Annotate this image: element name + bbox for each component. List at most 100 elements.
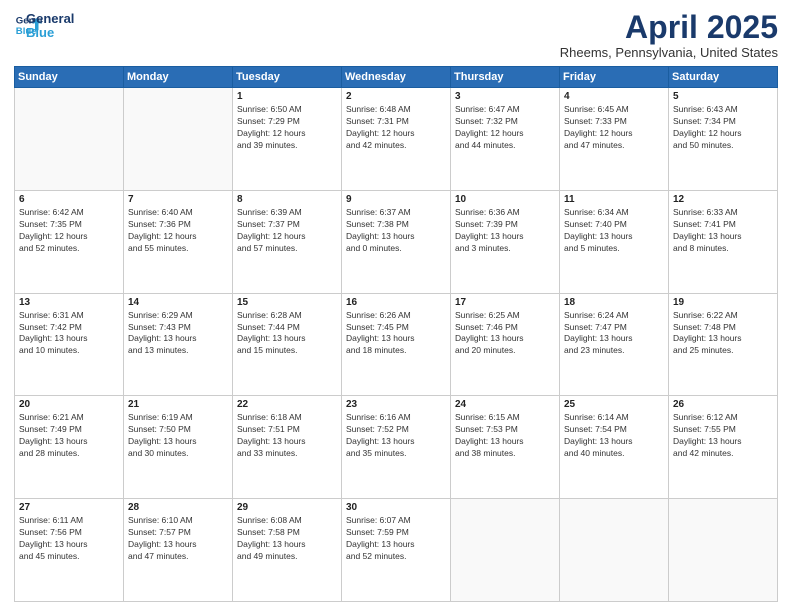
day-info: Sunrise: 6:33 AMSunset: 7:41 PMDaylight:… — [673, 207, 773, 255]
calendar-day-cell: 15 Sunrise: 6:28 AMSunset: 7:44 PMDayligh… — [233, 293, 342, 396]
day-info: Sunrise: 6:47 AMSunset: 7:32 PMDaylight:… — [455, 104, 555, 152]
day-number: 28 — [128, 502, 228, 513]
calendar-day-cell: 17 Sunrise: 6:25 AMSunset: 7:46 PMDayligh… — [451, 293, 560, 396]
calendar-day-cell: 18 Sunrise: 6:24 AMSunset: 7:47 PMDayligh… — [560, 293, 669, 396]
logo-text-blue: Blue — [26, 26, 74, 40]
day-number: 14 — [128, 297, 228, 308]
day-number: 26 — [673, 399, 773, 410]
calendar-day-cell: 14 Sunrise: 6:29 AMSunset: 7:43 PMDayligh… — [124, 293, 233, 396]
calendar-day-cell: 26 Sunrise: 6:12 AMSunset: 7:55 PMDayligh… — [669, 396, 778, 499]
calendar-header-cell: Friday — [560, 67, 669, 88]
day-number: 20 — [19, 399, 119, 410]
calendar-week-row: 6Sunrise: 6:42 AMSunset: 7:35 PMDaylight… — [15, 190, 778, 293]
calendar-day-cell: 3 Sunrise: 6:47 AMSunset: 7:32 PMDaylight… — [451, 88, 560, 191]
day-info: Sunrise: 6:25 AMSunset: 7:46 PMDaylight:… — [455, 310, 555, 358]
calendar-day-cell: 24Sunrise: 6:15 AMSunset: 7:53 PMDayligh… — [451, 396, 560, 499]
calendar-week-row: 20Sunrise: 6:21 AMSunset: 7:49 PMDayligh… — [15, 396, 778, 499]
day-number: 4 — [564, 91, 664, 102]
day-info: Sunrise: 6:16 AMSunset: 7:52 PMDaylight:… — [346, 412, 446, 460]
day-info: Sunrise: 6:45 AMSunset: 7:33 PMDaylight:… — [564, 104, 664, 152]
calendar-header-cell: Tuesday — [233, 67, 342, 88]
calendar-day-cell: 19Sunrise: 6:22 AMSunset: 7:48 PMDayligh… — [669, 293, 778, 396]
day-number: 2 — [346, 91, 446, 102]
day-info: Sunrise: 6:28 AMSunset: 7:44 PMDaylight:… — [237, 310, 337, 358]
calendar-day-cell — [669, 499, 778, 602]
day-info: Sunrise: 6:07 AMSunset: 7:59 PMDaylight:… — [346, 515, 446, 563]
calendar-day-cell: 2 Sunrise: 6:48 AMSunset: 7:31 PMDaylight… — [342, 88, 451, 191]
calendar-day-cell: 29 Sunrise: 6:08 AMSunset: 7:58 PMDayligh… — [233, 499, 342, 602]
day-number: 24 — [455, 399, 555, 410]
day-info: Sunrise: 6:39 AMSunset: 7:37 PMDaylight:… — [237, 207, 337, 255]
day-info: Sunrise: 6:34 AMSunset: 7:40 PMDaylight:… — [564, 207, 664, 255]
day-info: Sunrise: 6:11 AMSunset: 7:56 PMDaylight:… — [19, 515, 119, 563]
day-number: 5 — [673, 91, 773, 102]
calendar-day-cell: 27 Sunrise: 6:11 AMSunset: 7:56 PMDayligh… — [15, 499, 124, 602]
calendar-week-row: 13 Sunrise: 6:31 AMSunset: 7:42 PMDayligh… — [15, 293, 778, 396]
calendar-day-cell: 23 Sunrise: 6:16 AMSunset: 7:52 PMDayligh… — [342, 396, 451, 499]
day-info: Sunrise: 6:36 AMSunset: 7:39 PMDaylight:… — [455, 207, 555, 255]
day-info: Sunrise: 6:29 AMSunset: 7:43 PMDaylight:… — [128, 310, 228, 358]
calendar-header-cell: Wednesday — [342, 67, 451, 88]
calendar-day-cell: 20Sunrise: 6:21 AMSunset: 7:49 PMDayligh… — [15, 396, 124, 499]
day-info: Sunrise: 6:18 AMSunset: 7:51 PMDaylight:… — [237, 412, 337, 460]
day-number: 17 — [455, 297, 555, 308]
day-number: 6 — [19, 194, 119, 205]
day-number: 18 — [564, 297, 664, 308]
calendar-day-cell: 25Sunrise: 6:14 AMSunset: 7:54 PMDayligh… — [560, 396, 669, 499]
day-info: Sunrise: 6:40 AMSunset: 7:36 PMDaylight:… — [128, 207, 228, 255]
calendar-day-cell — [15, 88, 124, 191]
calendar-day-cell: 4 Sunrise: 6:45 AMSunset: 7:33 PMDaylight… — [560, 88, 669, 191]
day-number: 27 — [19, 502, 119, 513]
calendar-day-cell: 30Sunrise: 6:07 AMSunset: 7:59 PMDayligh… — [342, 499, 451, 602]
day-number: 16 — [346, 297, 446, 308]
calendar-header-cell: Monday — [124, 67, 233, 88]
day-info: Sunrise: 6:50 AMSunset: 7:29 PMDaylight:… — [237, 104, 337, 152]
calendar-day-cell: 11 Sunrise: 6:34 AMSunset: 7:40 PMDayligh… — [560, 190, 669, 293]
calendar-day-cell: 16 Sunrise: 6:26 AMSunset: 7:45 PMDayligh… — [342, 293, 451, 396]
calendar-week-row: 1Sunrise: 6:50 AMSunset: 7:29 PMDaylight… — [15, 88, 778, 191]
day-number: 15 — [237, 297, 337, 308]
calendar-header-cell: Sunday — [15, 67, 124, 88]
location-title: Rheems, Pennsylvania, United States — [560, 45, 778, 60]
calendar-day-cell: 7 Sunrise: 6:40 AMSunset: 7:36 PMDaylight… — [124, 190, 233, 293]
day-number: 8 — [237, 194, 337, 205]
day-info: Sunrise: 6:24 AMSunset: 7:47 PMDaylight:… — [564, 310, 664, 358]
day-info: Sunrise: 6:43 AMSunset: 7:34 PMDaylight:… — [673, 104, 773, 152]
day-number: 3 — [455, 91, 555, 102]
day-number: 25 — [564, 399, 664, 410]
day-number: 29 — [237, 502, 337, 513]
day-number: 13 — [19, 297, 119, 308]
page: General Blue General Blue April 2025 Rhe… — [0, 0, 792, 612]
logo: General Blue General Blue — [14, 10, 74, 41]
header: General Blue General Blue April 2025 Rhe… — [14, 10, 778, 60]
calendar-header-cell: Thursday — [451, 67, 560, 88]
calendar-week-row: 27 Sunrise: 6:11 AMSunset: 7:56 PMDayligh… — [15, 499, 778, 602]
day-info: Sunrise: 6:48 AMSunset: 7:31 PMDaylight:… — [346, 104, 446, 152]
calendar-day-cell: 1Sunrise: 6:50 AMSunset: 7:29 PMDaylight… — [233, 88, 342, 191]
day-number: 7 — [128, 194, 228, 205]
logo-text-general: General — [26, 12, 74, 26]
day-number: 12 — [673, 194, 773, 205]
calendar-day-cell — [560, 499, 669, 602]
calendar-day-cell: 6Sunrise: 6:42 AMSunset: 7:35 PMDaylight… — [15, 190, 124, 293]
calendar-day-cell — [451, 499, 560, 602]
day-number: 21 — [128, 399, 228, 410]
calendar-header-row: SundayMondayTuesdayWednesdayThursdayFrid… — [15, 67, 778, 88]
title-block: April 2025 Rheems, Pennsylvania, United … — [560, 10, 778, 60]
day-info: Sunrise: 6:19 AMSunset: 7:50 PMDaylight:… — [128, 412, 228, 460]
day-info: Sunrise: 6:26 AMSunset: 7:45 PMDaylight:… — [346, 310, 446, 358]
day-info: Sunrise: 6:12 AMSunset: 7:55 PMDaylight:… — [673, 412, 773, 460]
calendar-body: 1Sunrise: 6:50 AMSunset: 7:29 PMDaylight… — [15, 88, 778, 602]
calendar-day-cell: 5 Sunrise: 6:43 AMSunset: 7:34 PMDaylight… — [669, 88, 778, 191]
calendar-day-cell: 13 Sunrise: 6:31 AMSunset: 7:42 PMDayligh… — [15, 293, 124, 396]
month-title: April 2025 — [560, 10, 778, 45]
day-number: 11 — [564, 194, 664, 205]
calendar-day-cell: 12 Sunrise: 6:33 AMSunset: 7:41 PMDayligh… — [669, 190, 778, 293]
day-info: Sunrise: 6:31 AMSunset: 7:42 PMDaylight:… — [19, 310, 119, 358]
calendar-day-cell: 21 Sunrise: 6:19 AMSunset: 7:50 PMDayligh… — [124, 396, 233, 499]
calendar-day-cell: 10Sunrise: 6:36 AMSunset: 7:39 PMDayligh… — [451, 190, 560, 293]
calendar-day-cell: 22Sunrise: 6:18 AMSunset: 7:51 PMDayligh… — [233, 396, 342, 499]
calendar-day-cell: 28Sunrise: 6:10 AMSunset: 7:57 PMDayligh… — [124, 499, 233, 602]
day-number: 23 — [346, 399, 446, 410]
day-info: Sunrise: 6:08 AMSunset: 7:58 PMDaylight:… — [237, 515, 337, 563]
